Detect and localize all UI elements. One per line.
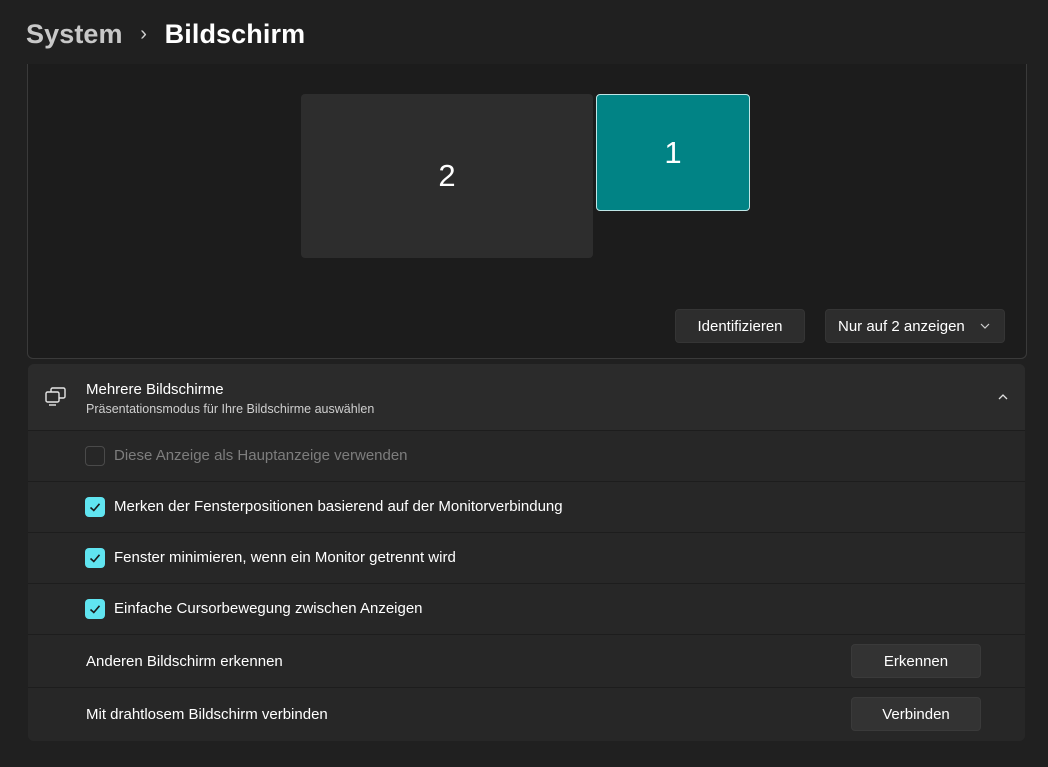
detect-button[interactable]: Erkennen: [851, 644, 981, 678]
section-title: Mehrere Bildschirme: [86, 381, 224, 398]
cursor-movement-checkbox[interactable]: [85, 599, 105, 619]
display-mode-value: Nur auf 2 anzeigen: [838, 317, 965, 335]
section-subtitle: Präsentationsmodus für Ihre Bildschirme …: [86, 402, 375, 416]
breadcrumb: System › Bildschirm: [26, 14, 305, 54]
page-title: Bildschirm: [164, 18, 306, 49]
chevron-right-icon: ›: [140, 22, 148, 45]
multiple-displays-icon: [45, 387, 66, 406]
connect-button[interactable]: Verbinden: [851, 697, 981, 731]
monitor-1-tile[interactable]: 1: [596, 94, 750, 211]
breadcrumb-system[interactable]: System: [26, 19, 123, 50]
monitor-2-tile[interactable]: 2: [301, 94, 593, 258]
monitor-2-label: 2: [438, 158, 456, 193]
chevron-up-icon[interactable]: [996, 390, 1010, 404]
option-row-minimize-windows: Fenster minimieren, wenn ein Monitor get…: [28, 533, 1025, 584]
option-row-cursor-movement: Einfache Cursorbewegung zwischen Anzeige…: [28, 584, 1025, 635]
remember-windows-checkbox[interactable]: [85, 497, 105, 517]
main-display-checkbox: [85, 446, 105, 466]
monitor-1-label: 1: [664, 134, 682, 170]
display-arrangement-panel: 2 1 Identifizieren Nur auf 2 anzeigen: [27, 64, 1027, 359]
option-row-main-display: Diese Anzeige als Hauptanzeige verwenden: [28, 431, 1025, 482]
identify-button[interactable]: Identifizieren: [675, 309, 805, 343]
minimize-windows-checkbox[interactable]: [85, 548, 105, 568]
minimize-windows-label: Fenster minimieren, wenn ein Monitor get…: [114, 549, 456, 566]
checkmark-icon: [89, 554, 101, 563]
detect-display-label: Anderen Bildschirm erkennen: [86, 653, 283, 670]
main-display-label: Diese Anzeige als Hauptanzeige verwenden: [114, 447, 408, 464]
checkmark-icon: [89, 605, 101, 614]
multiple-displays-header[interactable]: Mehrere Bildschirme Präsentationsmodus f…: [28, 364, 1025, 431]
multiple-displays-section: Mehrere Bildschirme Präsentationsmodus f…: [28, 364, 1025, 741]
chevron-down-icon: [980, 323, 990, 329]
option-row-remember-windows: Merken der Fensterpositionen basierend a…: [28, 482, 1025, 533]
checkmark-icon: [89, 503, 101, 512]
remember-windows-label: Merken der Fensterpositionen basierend a…: [114, 498, 563, 515]
display-mode-dropdown[interactable]: Nur auf 2 anzeigen: [825, 309, 1005, 343]
detect-display-row: Anderen Bildschirm erkennen Erkennen: [28, 635, 1025, 688]
cursor-movement-label: Einfache Cursorbewegung zwischen Anzeige…: [114, 600, 423, 617]
wireless-display-row: Mit drahtlosem Bildschirm verbinden Verb…: [28, 688, 1025, 741]
wireless-display-label: Mit drahtlosem Bildschirm verbinden: [86, 706, 328, 723]
